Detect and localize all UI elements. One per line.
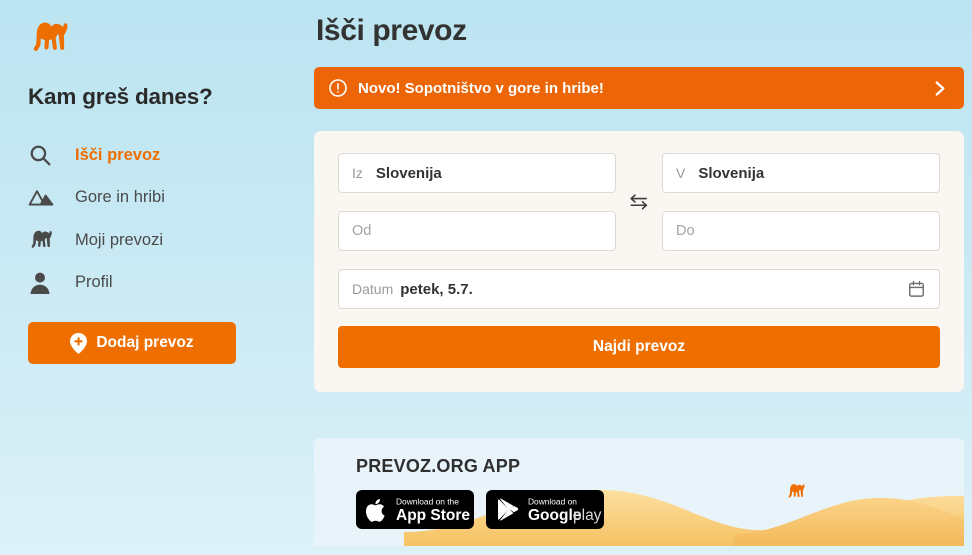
camel-logo-icon bbox=[33, 22, 68, 52]
store-badges: Download on the App Store Download on Go… bbox=[356, 490, 964, 529]
destination-column: V Slovenija Do bbox=[662, 153, 940, 251]
chevron-right-icon bbox=[931, 80, 948, 97]
camel-icon bbox=[28, 228, 68, 252]
search-form-card: Iz Slovenija Od V Slovenija Do Datum pet… bbox=[314, 131, 964, 392]
destination-value: Slovenija bbox=[698, 164, 765, 182]
app-store-line1: Download on the bbox=[396, 497, 459, 507]
find-ride-button[interactable]: Najdi prevoz bbox=[338, 326, 940, 368]
sidebar-item-profil[interactable]: Profil bbox=[28, 262, 306, 305]
origin-city-placeholder: Od bbox=[352, 223, 372, 239]
sidebar-item-label: Profil bbox=[75, 273, 113, 292]
app-store-badge[interactable]: Download on the App Store bbox=[356, 490, 474, 529]
map-pin-plus-icon bbox=[70, 332, 88, 354]
origin-city-field[interactable]: Od bbox=[338, 211, 616, 251]
sidebar-item-gore-in-hribi[interactable]: Gore in hribi bbox=[28, 177, 306, 220]
search-icon bbox=[28, 143, 68, 168]
add-ride-button[interactable]: Dodaj prevoz bbox=[28, 322, 236, 364]
destination-city-field[interactable]: Do bbox=[662, 211, 940, 251]
sidebar-nav: Išči prevoz Gore in hribi Moji prevozi P… bbox=[28, 134, 306, 304]
calendar-icon[interactable] bbox=[907, 280, 926, 299]
main-content: Išči prevoz Novo! Sopotništvo v gore in … bbox=[306, 0, 972, 555]
google-play-line2b: play bbox=[573, 507, 602, 524]
swap-column bbox=[616, 153, 662, 251]
sidebar-item-label: Gore in hribi bbox=[75, 188, 165, 207]
destination-prefix-label: V bbox=[676, 165, 686, 181]
person-icon bbox=[28, 271, 68, 295]
sidebar: Kam greš danes? Išči prevoz Gore in hrib… bbox=[0, 0, 306, 555]
app-promo-inner: PREVOZ.ORG APP Download on the App Store bbox=[314, 438, 964, 529]
origin-prefix-label: Iz bbox=[352, 165, 363, 181]
app-promo-card: PREVOZ.ORG APP Download on the App Store bbox=[314, 438, 964, 546]
destination-city-placeholder: Do bbox=[676, 223, 695, 239]
page-title: Išči prevoz bbox=[316, 14, 467, 47]
origin-column: Iz Slovenija Od bbox=[338, 153, 616, 251]
app-store-line2: App Store bbox=[396, 507, 470, 524]
date-value: petek, 5.7. bbox=[400, 280, 473, 298]
add-ride-button-label: Dodaj prevoz bbox=[96, 334, 194, 351]
swap-arrows-icon[interactable] bbox=[628, 192, 650, 212]
logo-wrap[interactable] bbox=[28, 18, 306, 66]
promo-banner[interactable]: Novo! Sopotništvo v gore in hribe! bbox=[314, 67, 964, 109]
sidebar-item-isci-prevoz[interactable]: Išči prevoz bbox=[28, 134, 306, 177]
google-play-badge[interactable]: Download on Google play bbox=[486, 490, 604, 529]
origin-value: Slovenija bbox=[375, 164, 442, 182]
google-play-line1: Download on bbox=[528, 497, 577, 507]
origin-destination-row: Iz Slovenija Od V Slovenija Do bbox=[338, 153, 940, 251]
destination-country-field[interactable]: V Slovenija bbox=[662, 153, 940, 193]
date-field[interactable]: Datum petek, 5.7. bbox=[338, 269, 940, 309]
sidebar-item-label: Išči prevoz bbox=[75, 145, 161, 164]
origin-country-field[interactable]: Iz Slovenija bbox=[338, 153, 616, 193]
app-promo-title: PREVOZ.ORG APP bbox=[356, 456, 521, 476]
sidebar-item-label: Moji prevozi bbox=[75, 230, 164, 249]
sidebar-item-moji-prevozi[interactable]: Moji prevozi bbox=[28, 219, 306, 262]
mountain-icon bbox=[28, 187, 68, 209]
date-prefix-label: Datum bbox=[352, 281, 394, 297]
promo-banner-text: Novo! Sopotništvo v gore in hribe! bbox=[358, 79, 604, 97]
exclamation-circle-icon bbox=[328, 78, 348, 98]
sidebar-tagline: Kam greš danes? bbox=[28, 84, 213, 109]
